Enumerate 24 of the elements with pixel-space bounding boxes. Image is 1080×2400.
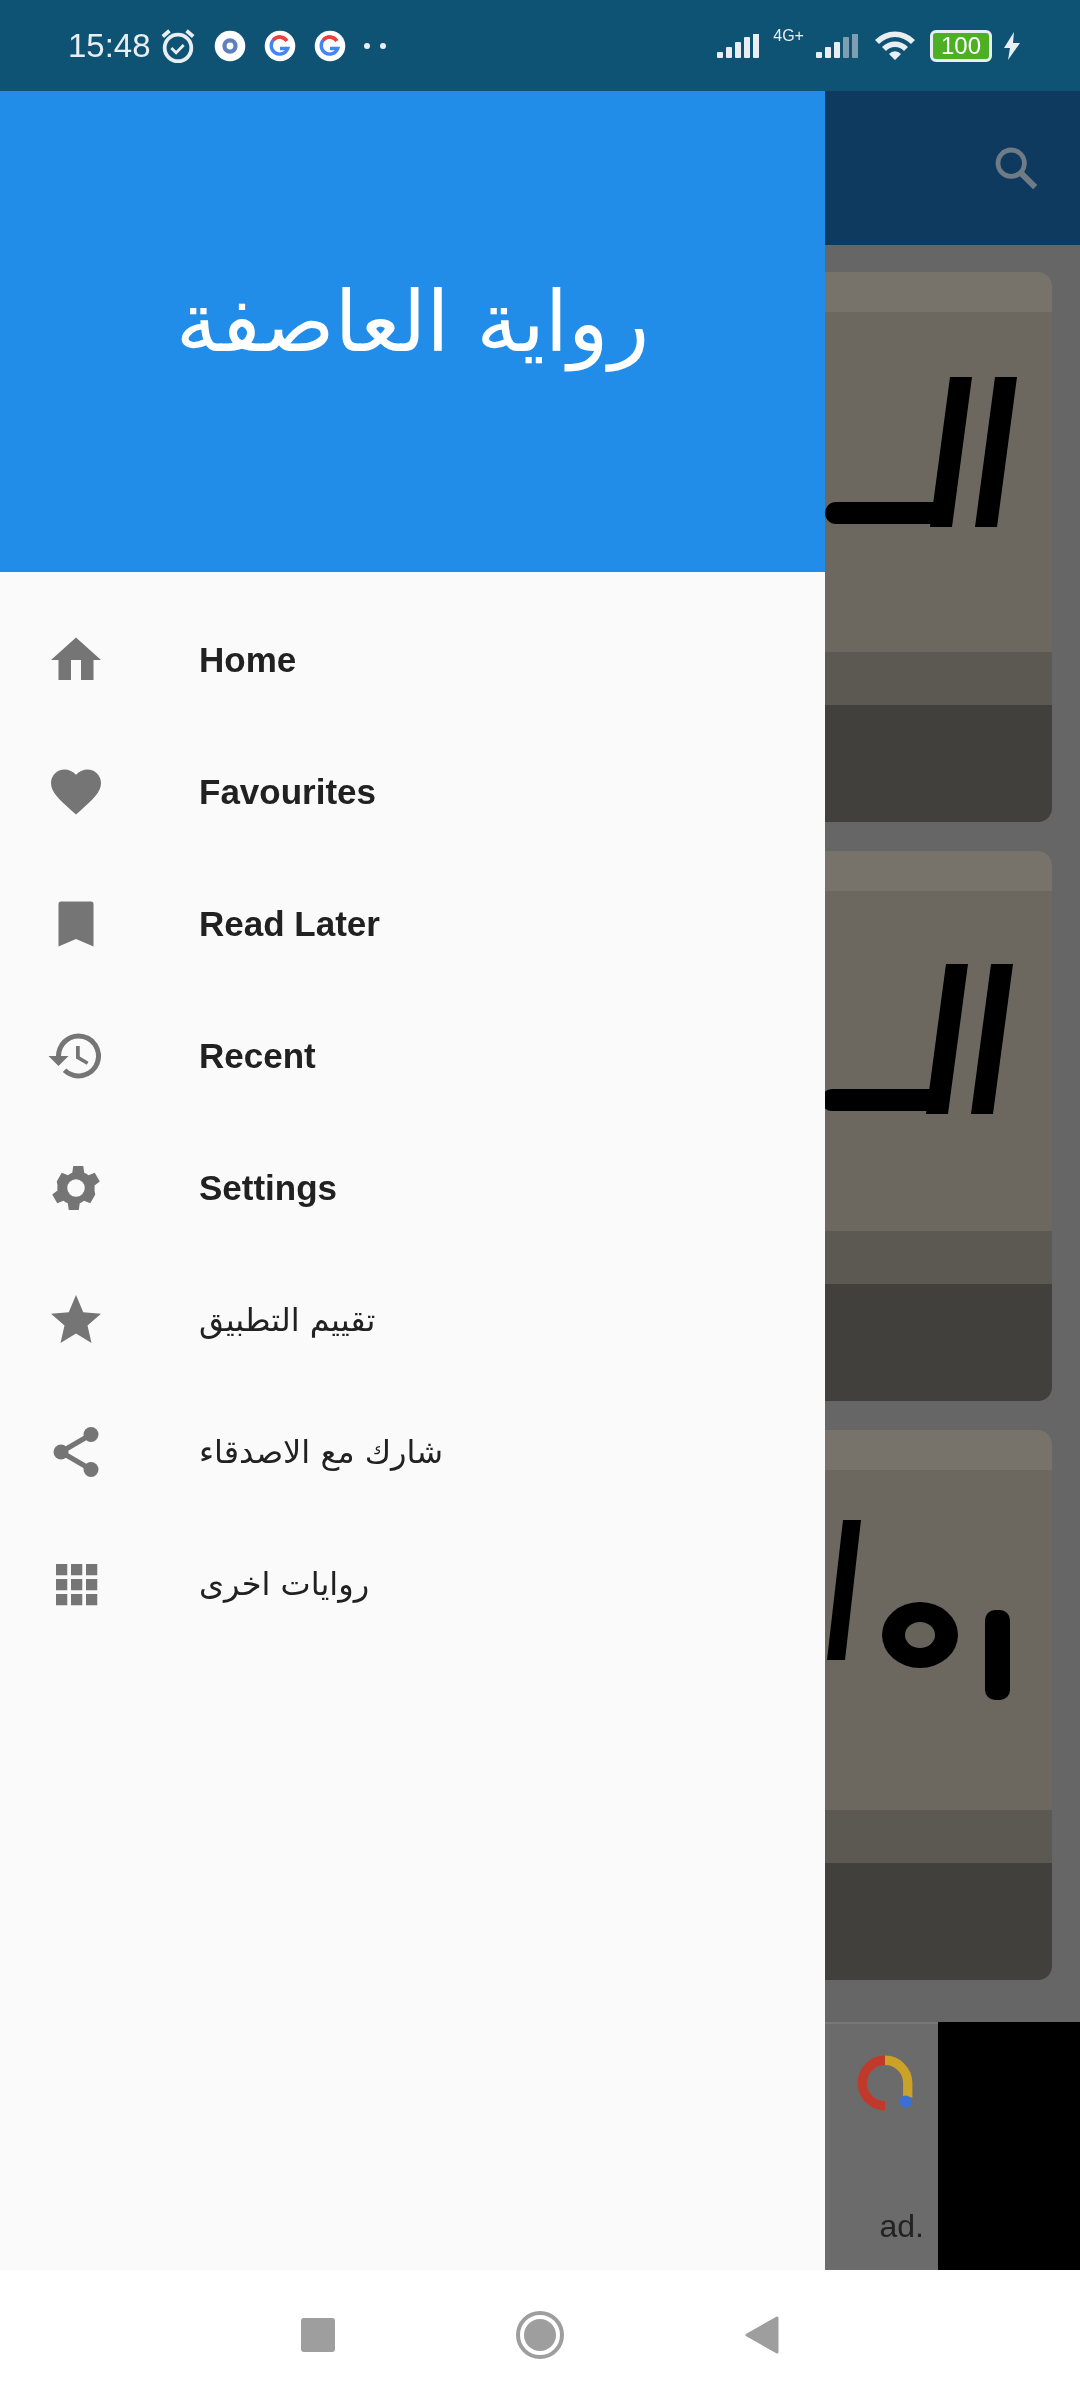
drawer-title: رواية العاصفة bbox=[175, 271, 650, 374]
back-button-icon[interactable] bbox=[745, 2316, 779, 2354]
drawer-menu-item[interactable]: Read Later bbox=[0, 858, 825, 990]
home-button-icon[interactable] bbox=[515, 2310, 565, 2360]
g-logo-icon bbox=[312, 28, 347, 63]
charging-bolt-icon bbox=[1004, 31, 1020, 60]
drawer-menu-item[interactable]: شارك مع الاصدقاء bbox=[0, 1386, 825, 1518]
more-dots-icon bbox=[362, 40, 387, 51]
drawer-menu-item[interactable]: Recent bbox=[0, 990, 825, 1122]
drawer-menu-item[interactable]: Home bbox=[0, 594, 825, 726]
book-card[interactable] bbox=[825, 272, 1052, 822]
drawer-menu-item[interactable]: Favourites bbox=[0, 726, 825, 858]
battery-level: 100 bbox=[929, 29, 992, 62]
signal-icon bbox=[717, 33, 762, 58]
ad-text: ad. bbox=[879, 2207, 925, 2246]
drawer-menu-item[interactable]: Settings bbox=[0, 1122, 825, 1254]
clock-time: 15:48 bbox=[68, 25, 151, 66]
drawer-menu-item[interactable]: تقييم التطبيق bbox=[0, 1254, 825, 1386]
drawer-menu-item[interactable]: روايات اخرى bbox=[0, 1518, 825, 1650]
g-logo-icon bbox=[262, 28, 297, 63]
signal-icon bbox=[815, 33, 860, 58]
book-card[interactable] bbox=[825, 1430, 1052, 1980]
network-type-label: 4G+ bbox=[773, 25, 804, 46]
book-card[interactable] bbox=[825, 851, 1052, 1401]
